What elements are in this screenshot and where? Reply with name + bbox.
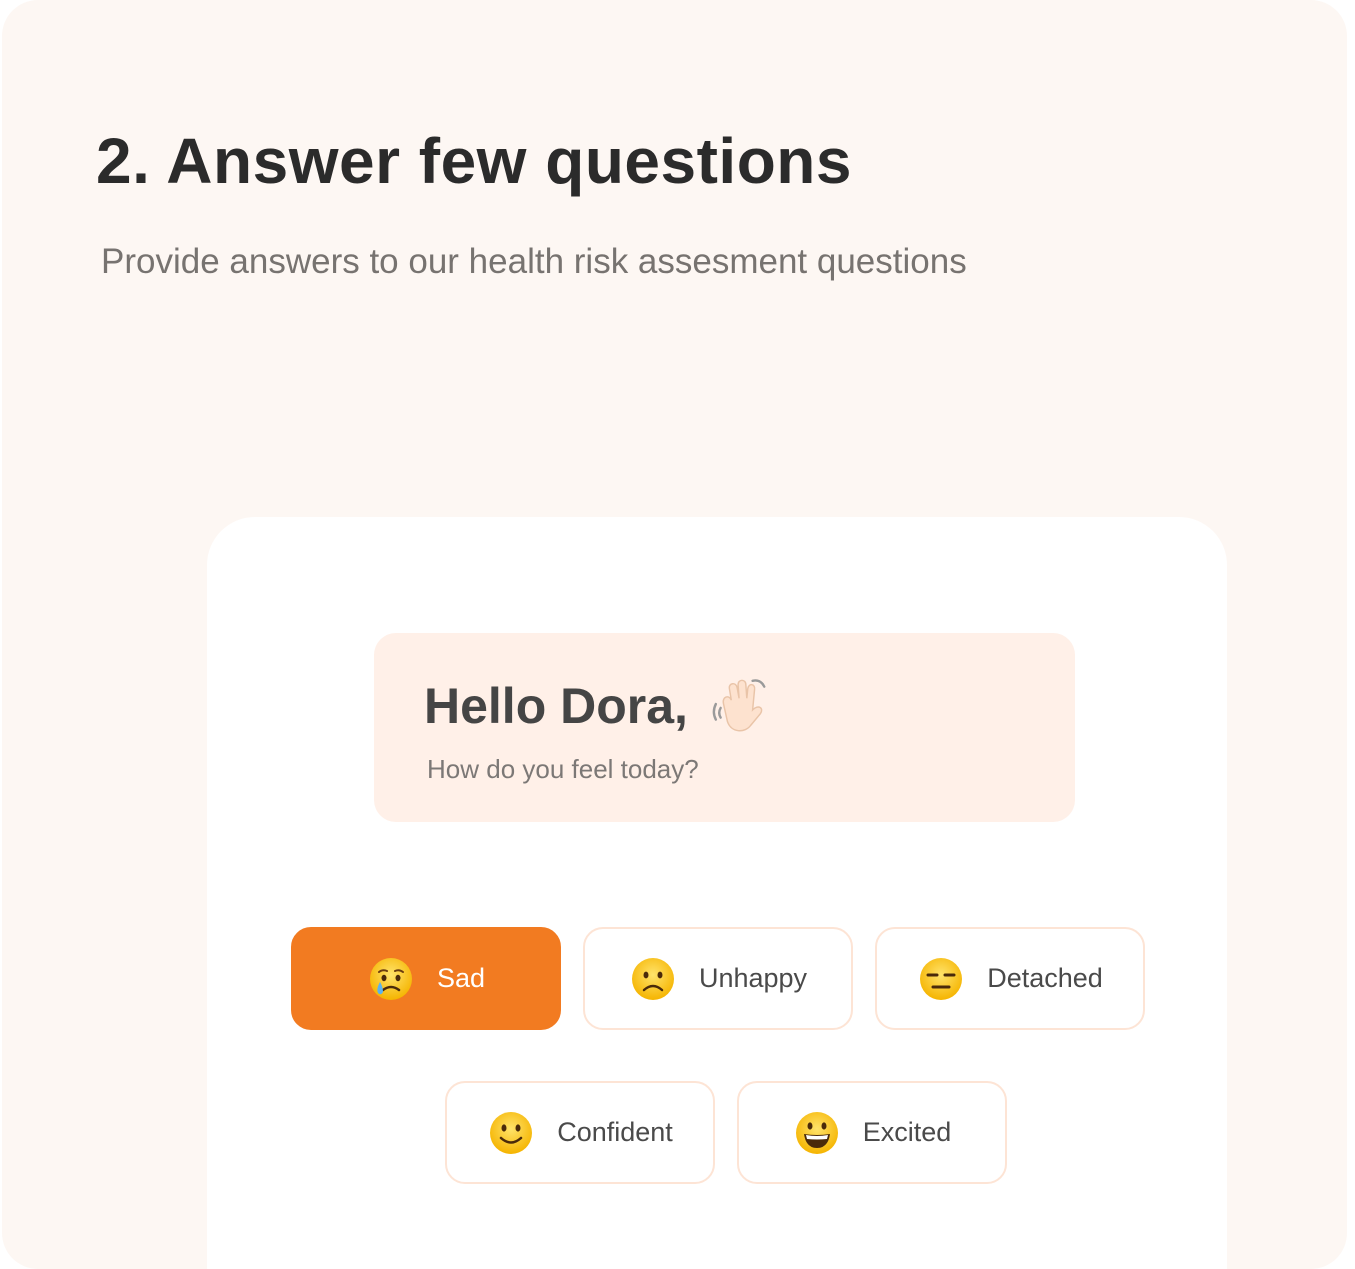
greeting-box: Hello Dora, How do you feel today?: [374, 633, 1075, 822]
mood-option-confident[interactable]: Confident: [445, 1081, 715, 1184]
expressionless-face-icon: [920, 957, 963, 1000]
mood-label-unhappy: Unhappy: [698, 963, 808, 993]
mood-option-excited[interactable]: Excited: [737, 1081, 1007, 1184]
mood-label-detached: Detached: [987, 963, 1103, 993]
page-subtitle: Provide answers to our health risk asses…: [101, 242, 967, 281]
mood-option-detached[interactable]: Detached: [875, 927, 1145, 1030]
frowning-face-icon: [631, 957, 674, 1000]
mood-card: Hello Dora, How do you feel today? Sad U…: [207, 517, 1227, 1269]
mood-label-confident: Confident: [557, 1117, 673, 1147]
page-title: 2. Answer few questions: [96, 125, 852, 197]
crying-face-icon: [369, 957, 412, 1000]
slightly-smiling-face-icon: [490, 1111, 533, 1154]
greeting-text: Hello Dora,: [424, 678, 688, 734]
waving-hand-icon: [712, 679, 766, 732]
mood-option-sad[interactable]: Sad: [291, 927, 561, 1030]
greeting-title: Hello Dora,: [424, 675, 772, 737]
mood-option-unhappy[interactable]: Unhappy: [583, 927, 853, 1030]
mood-label-sad: Sad: [436, 963, 486, 993]
greeting-question: How do you feel today?: [427, 754, 699, 784]
page-background: 2. Answer few questions Provide answers …: [2, 0, 1347, 1269]
mood-label-excited: Excited: [862, 1117, 952, 1147]
grinning-face-icon: [795, 1111, 838, 1154]
